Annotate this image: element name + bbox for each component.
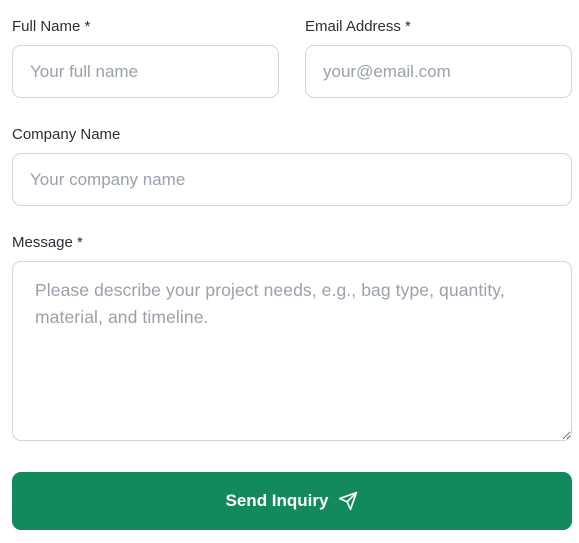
message-textarea[interactable]	[12, 261, 572, 441]
company-name-input[interactable]	[12, 153, 572, 206]
email-address-input[interactable]	[305, 45, 572, 98]
email-address-label: Email Address *	[305, 18, 411, 35]
inquiry-form: Full Name * Email Address * Company Name…	[0, 0, 579, 543]
send-inquiry-button[interactable]: Send Inquiry	[12, 472, 572, 530]
full-name-input[interactable]	[12, 45, 279, 98]
send-icon	[338, 491, 358, 511]
send-inquiry-label: Send Inquiry	[225, 491, 329, 510]
full-name-label: Full Name *	[12, 18, 91, 35]
company-name-label: Company Name	[12, 126, 121, 143]
message-label: Message *	[12, 234, 83, 251]
